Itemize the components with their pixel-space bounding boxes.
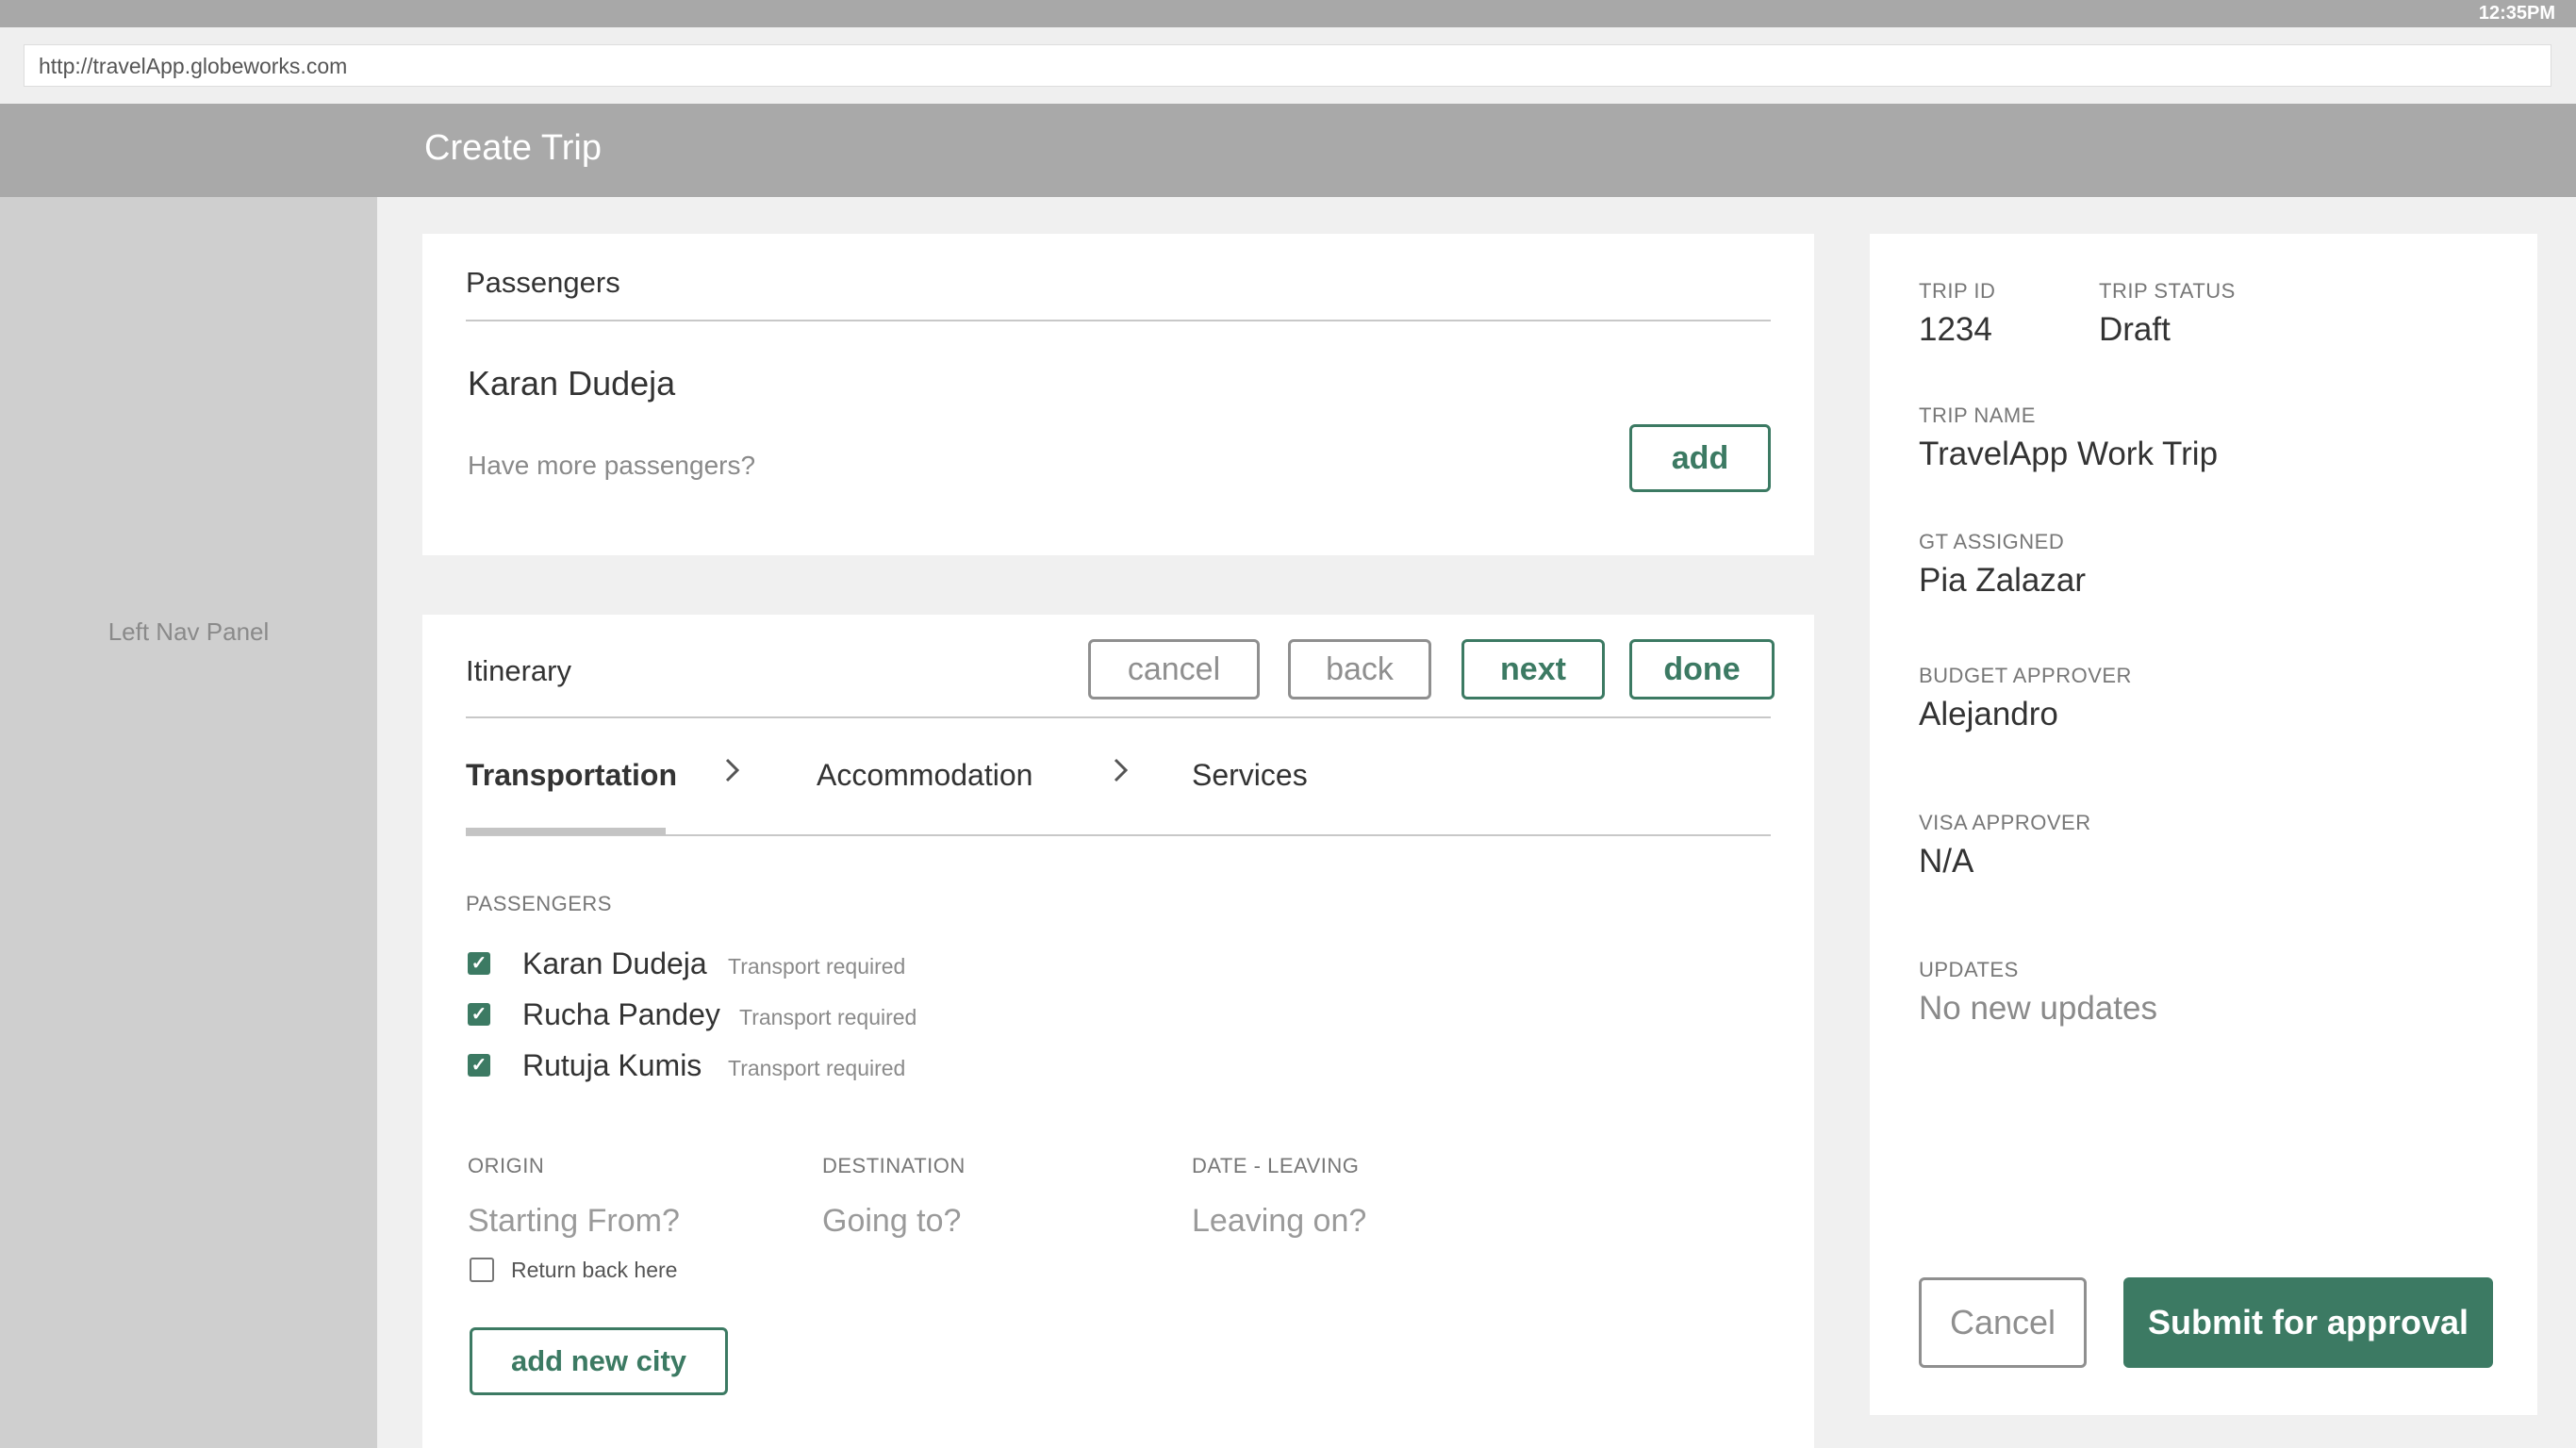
passenger-checkbox[interactable]: ✓ [468,1054,490,1077]
trip-id-label: TRIP ID [1919,279,1996,303]
url-field[interactable]: http://travelApp.globeworks.com [24,44,2551,87]
trip-name-value: TravelApp Work Trip [1919,436,2219,472]
trip-status-label: TRIP STATUS [2099,279,2236,303]
gt-assigned-value: Pia Zalazar [1919,562,2087,599]
url-text: http://travelApp.globeworks.com [39,54,348,78]
itinerary-title: Itinerary [466,654,571,687]
passenger-note: Transport required [728,1056,906,1080]
passenger-checkbox[interactable]: ✓ [468,952,490,975]
passenger-name: Rucha Pandey [522,997,720,1031]
passenger-checkbox[interactable]: ✓ [468,1003,490,1026]
destination-input[interactable] [822,1203,1162,1240]
passengers-title: Passengers [466,266,620,299]
passenger-name: Karan Dudeja [522,946,707,980]
trip-status-value: Draft [2099,311,2171,348]
browser-address-bar: http://travelApp.globeworks.com [0,27,2576,104]
cancel-trip-button[interactable]: Cancel [1919,1277,2087,1368]
passenger-note: Transport required [739,1005,917,1029]
updates-value: No new updates [1919,990,2157,1027]
itinerary-back-button[interactable]: back [1288,639,1431,699]
add-new-city-button[interactable]: add new city [470,1327,728,1395]
passenger-name: Karan Dudeja [468,364,676,403]
trip-summary-card: TRIP ID 1234 TRIP STATUS Draft TRIP NAME… [1870,234,2537,1415]
date-leaving-input[interactable] [1192,1203,1531,1240]
trip-id-value: 1234 [1919,311,1992,348]
left-nav-label: Left Nav Panel [107,617,270,646]
gt-assigned-label: GT ASSIGNED [1919,530,2065,553]
divider [466,716,1771,718]
passenger-note: Transport required [728,954,906,979]
budget-approver-label: BUDGET APPROVER [1919,664,2132,687]
visa-approver-value: N/A [1919,843,1974,880]
return-checkbox[interactable] [470,1258,494,1282]
passengers-section-label: PASSENGERS [466,892,612,915]
app-header: Create Trip [0,104,2576,197]
status-bar: 12:35PM [0,0,2576,27]
updates-label: UPDATES [1919,958,2019,981]
passengers-card: Passengers Karan Dudeja Have more passen… [422,234,1814,555]
step-accommodation[interactable]: Accommodation [817,758,1032,793]
more-passengers-prompt: Have more passengers? [468,451,756,480]
page-title: Create Trip [424,128,602,168]
submit-for-approval-button[interactable]: Submit for approval [2123,1277,2493,1368]
chevron-right-icon [1111,754,1131,795]
origin-label: ORIGIN [468,1154,545,1177]
passenger-name: Rutuja Kumis [522,1048,702,1082]
step-transportation[interactable]: Transportation [466,758,677,793]
budget-approver-value: Alejandro [1919,696,2058,732]
itinerary-card: Itinerary cancel back next done Transpor… [422,615,1814,1448]
divider [466,320,1771,321]
trip-name-label: TRIP NAME [1919,403,2036,427]
itinerary-done-button[interactable]: done [1629,639,1775,699]
add-passenger-button[interactable]: add [1629,424,1771,492]
active-step-indicator [466,828,666,835]
return-label: Return back here [511,1258,678,1282]
step-services[interactable]: Services [1192,758,1308,793]
destination-label: DESTINATION [822,1154,966,1177]
visa-approver-label: VISA APPROVER [1919,811,2091,834]
chevron-right-icon [722,754,743,795]
origin-input[interactable] [468,1203,788,1240]
date-leaving-label: DATE - LEAVING [1192,1154,1360,1177]
clock: 12:35PM [2478,3,2555,24]
left-nav-panel: Left Nav Panel [0,197,377,1448]
itinerary-next-button[interactable]: next [1461,639,1605,699]
itinerary-cancel-button[interactable]: cancel [1088,639,1260,699]
